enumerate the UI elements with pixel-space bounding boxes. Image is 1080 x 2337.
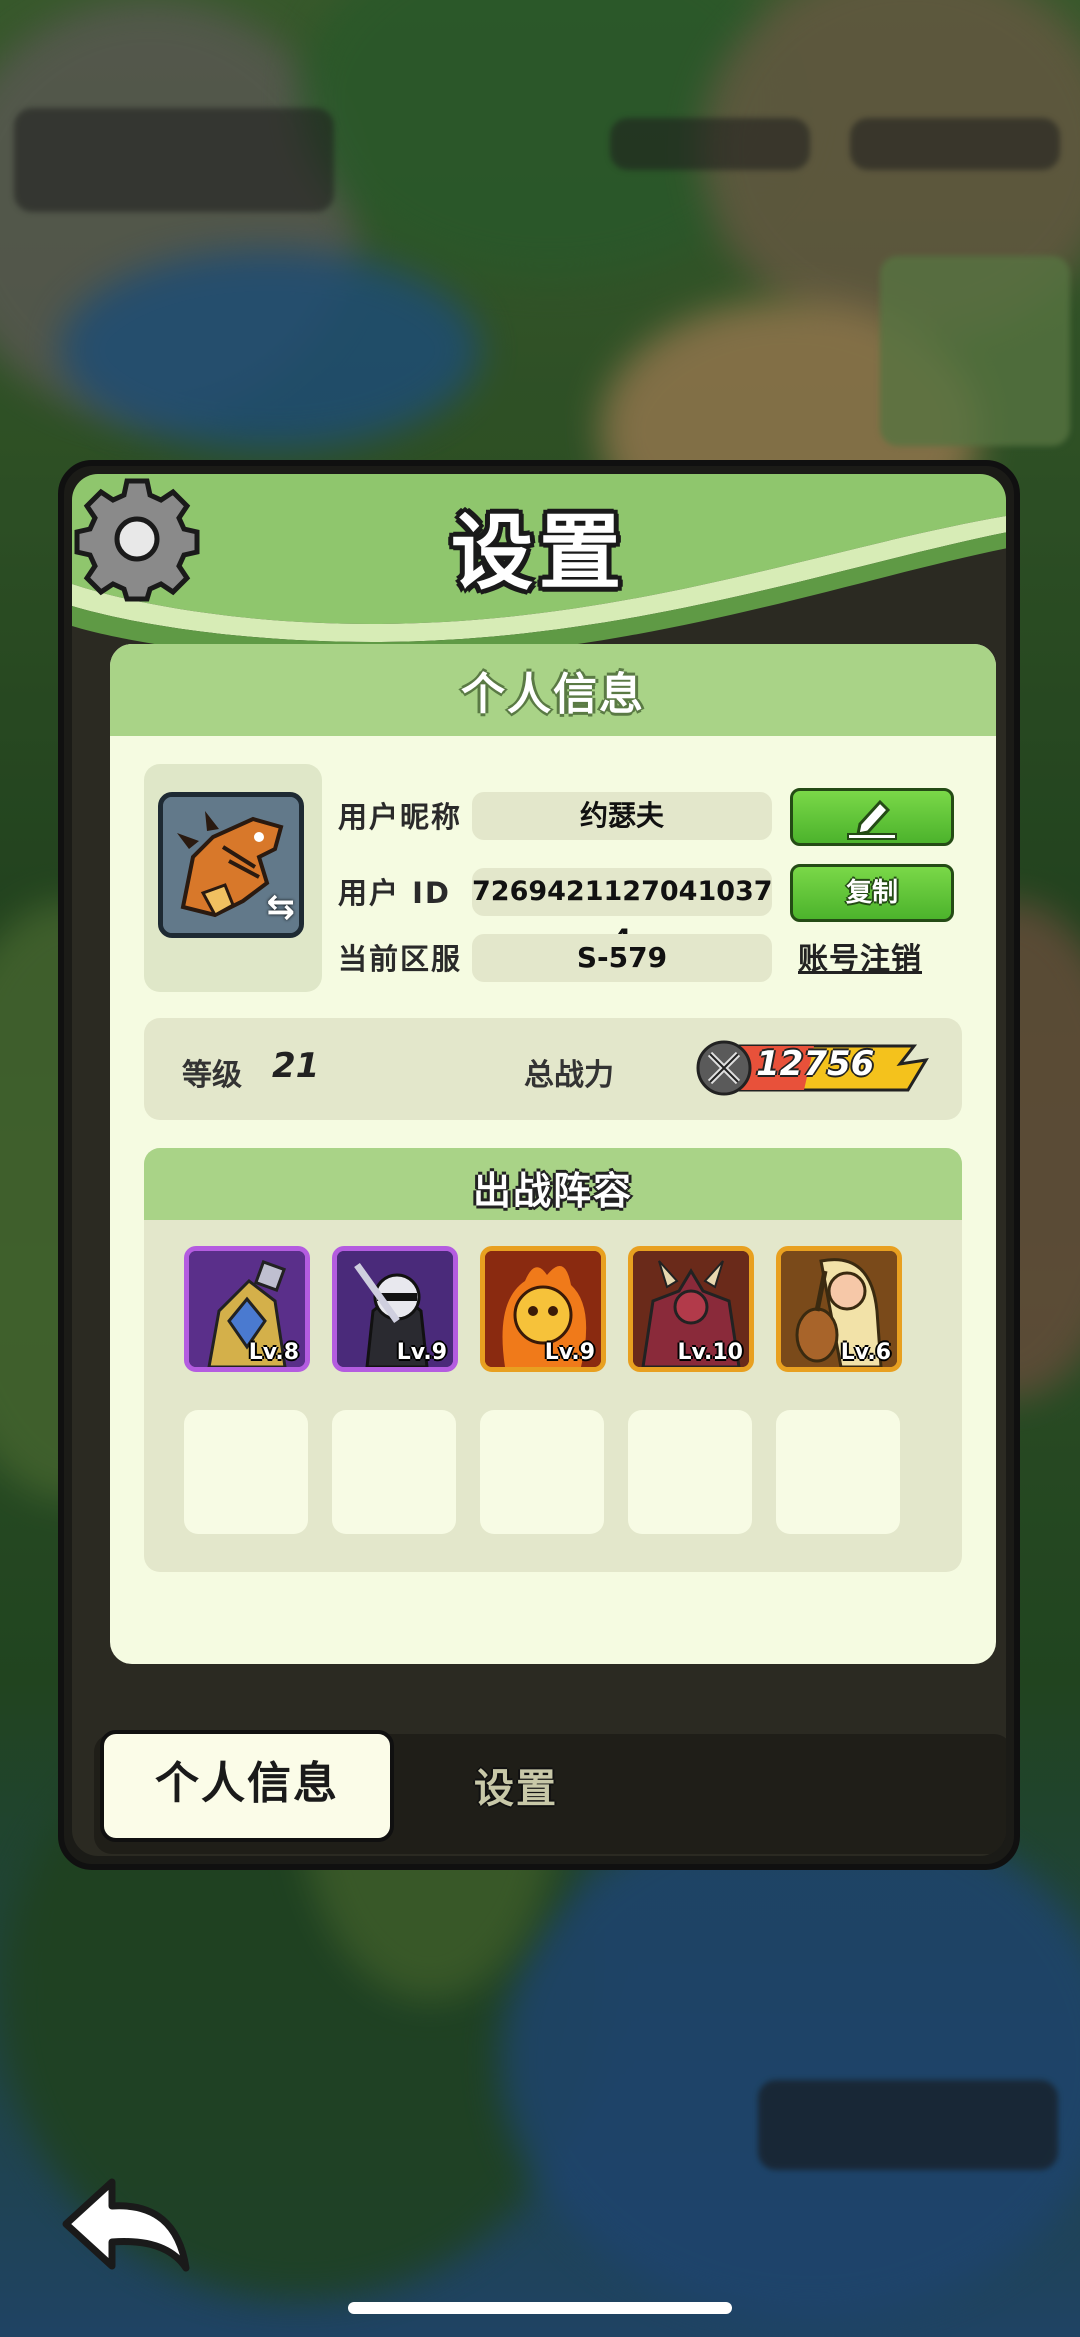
copy-button[interactable]: 复制 <box>790 864 954 922</box>
tab-bar: 个人信息 设置 <box>94 1730 1006 1854</box>
nickname-value: 约瑟夫 <box>472 792 772 840</box>
power-label: 总战力 <box>524 1058 614 1093</box>
hero-level: Lv.8 <box>248 1340 299 1365</box>
edit-nickname-button[interactable] <box>790 788 954 846</box>
home-indicator[interactable] <box>348 2302 732 2314</box>
level-value: 21 <box>272 1046 320 1086</box>
hero-card[interactable]: Lv.10 <box>628 1246 754 1372</box>
hero-level: Lv.6 <box>840 1340 891 1365</box>
avatar-frame: ⇆ <box>144 764 322 992</box>
pencil-icon <box>847 799 897 840</box>
server-label: 当前区服 <box>338 942 463 976</box>
avatar[interactable]: ⇆ <box>158 792 304 938</box>
empty-slot[interactable] <box>184 1410 308 1534</box>
hero-card[interactable]: Lv.9 <box>332 1246 458 1372</box>
empty-slot[interactable] <box>480 1410 604 1534</box>
hero-level: Lv.9 <box>396 1340 447 1365</box>
hero-card[interactable]: Lv.8 <box>184 1246 310 1372</box>
server-value: S-579 <box>472 934 772 982</box>
tab-settings[interactable]: 设置 <box>474 1756 558 1814</box>
profile-panel: 个人信息 ⇆ 用户昵称 约瑟夫 <box>110 644 996 1664</box>
level-label: 等级 <box>182 1058 242 1093</box>
panel-header: 个人信息 <box>110 644 996 736</box>
dialog-header: 设置 <box>72 474 1006 664</box>
hero-level: Lv.9 <box>544 1340 595 1365</box>
hero-level: Lv.10 <box>677 1340 743 1365</box>
tab-profile[interactable]: 个人信息 <box>100 1730 394 1842</box>
user-id-value: 7269421127041037​4 <box>472 868 773 955</box>
delete-account-link[interactable]: 账号注销 <box>798 934 922 978</box>
dialog-body: 设置 个人信息 ⇆ 用户昵称 约瑟夫 用户 ID 726942112704103… <box>72 474 1006 1856</box>
user-id-label: 用户 ID <box>338 876 451 910</box>
swap-icon: ⇆ <box>266 887 296 927</box>
back-arrow-icon[interactable] <box>56 2172 196 2282</box>
gear-icon <box>74 478 200 602</box>
empty-slot[interactable] <box>332 1410 456 1534</box>
empty-slot[interactable] <box>628 1410 752 1534</box>
dialog-title: 设置 <box>450 506 627 601</box>
stats-box: 等级 21 总战力 12756 <box>144 1018 962 1120</box>
empty-slot[interactable] <box>776 1410 900 1534</box>
hero-card[interactable]: Lv.6 <box>776 1246 902 1372</box>
lineup-header: 出战阵容 <box>144 1148 962 1220</box>
settings-dialog: 设置 个人信息 ⇆ 用户昵称 约瑟夫 用户 ID 726942112704103… <box>58 460 1020 1870</box>
nickname-label: 用户昵称 <box>338 800 463 834</box>
panel-title: 个人信息 <box>461 669 645 720</box>
battle-lineup: 出战阵容 Lv.8 Lv.9 Lv.9 Lv.10 Lv.6 <box>144 1148 962 1572</box>
lineup-title: 出战阵容 <box>472 1169 633 1213</box>
hero-card[interactable]: Lv.9 <box>480 1246 606 1372</box>
power-value: 12756 <box>756 1044 875 1084</box>
